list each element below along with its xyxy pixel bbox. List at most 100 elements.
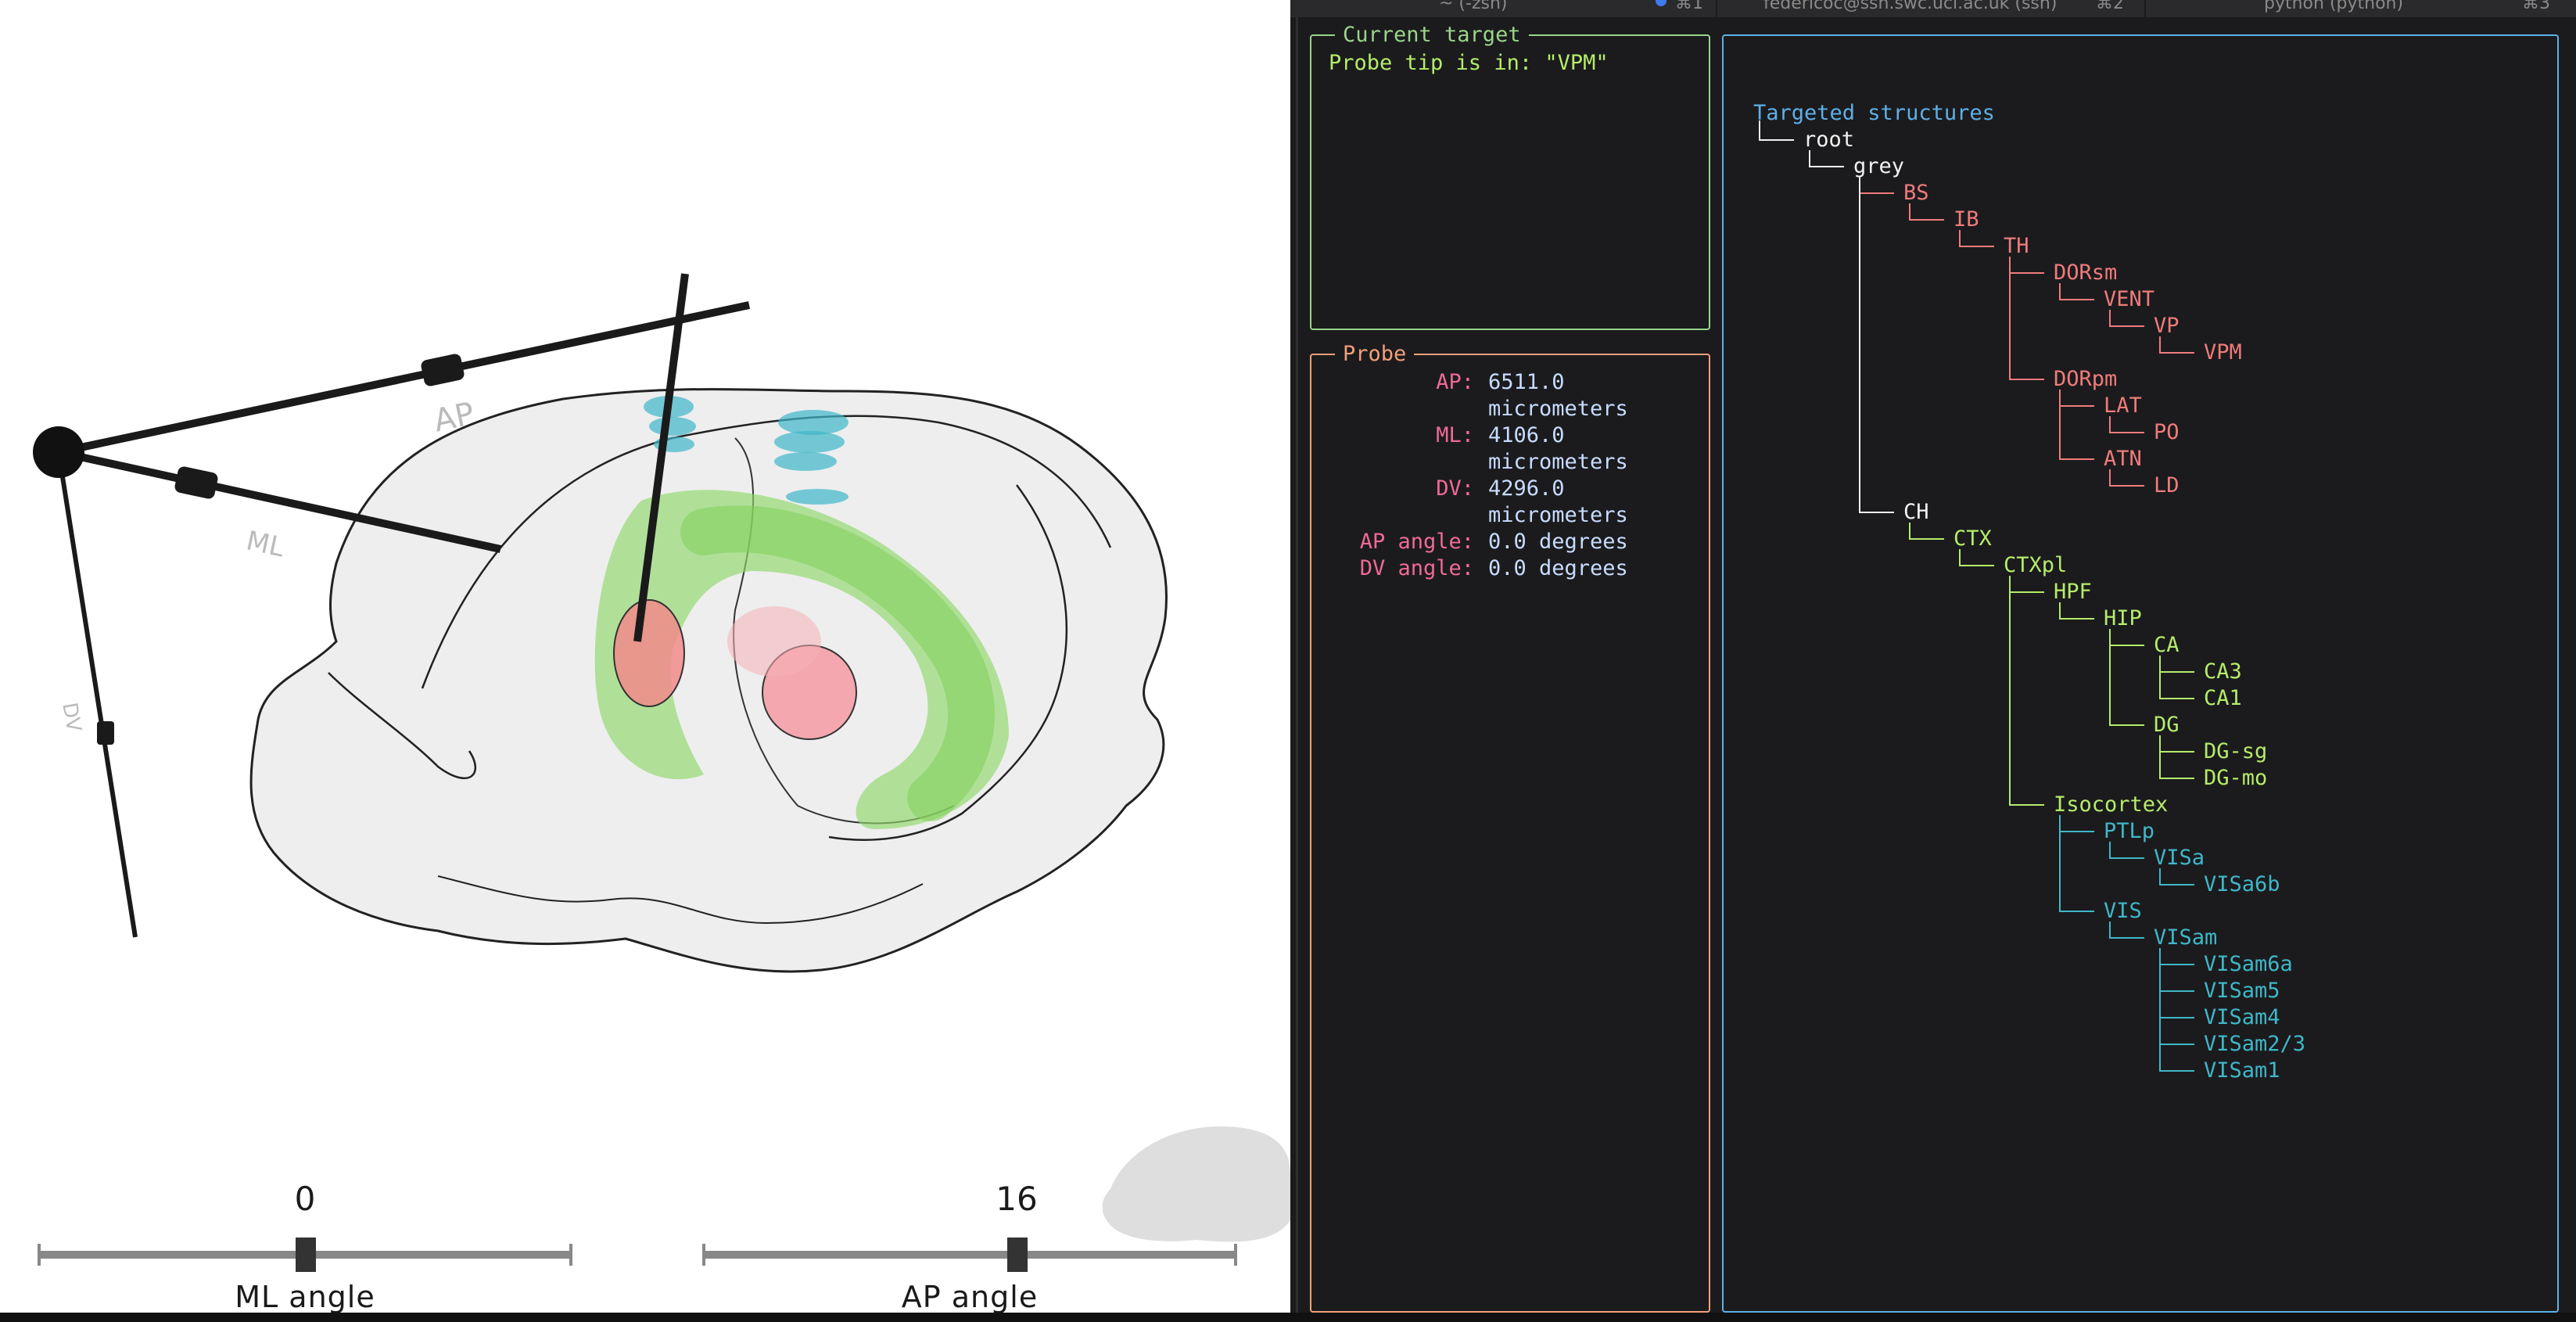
tree-node: ATN — [2104, 447, 2142, 471]
tree-node: VISam2/3 — [2204, 1032, 2306, 1056]
tab-separator — [2144, 0, 2146, 17]
tree-node: DG — [2154, 713, 2180, 737]
terminal-window[interactable]: ~ (-zsh) ⌘1 federicoc@ssh.swc.ucl.ac.uk … — [1290, 0, 2576, 1313]
terminal-tab-ssh[interactable]: federicoc@ssh.swc.ucl.ac.uk (ssh) — [1763, 0, 2057, 17]
tree-node: HPF — [2054, 580, 2092, 604]
tree-node: CA3 — [2204, 659, 2242, 684]
probe-key: AP angle: — [1359, 530, 1474, 554]
brain-minimap[interactable] — [1102, 1126, 1290, 1242]
probe-value: 6511.0 — [1488, 370, 1565, 394]
tab-shortcut: ⌘3 — [2522, 0, 2550, 13]
tree-node: root — [1803, 128, 1855, 152]
tree-node: VPM — [2204, 340, 2242, 365]
tree-branch-line — [2009, 576, 2044, 806]
probe-key: DV angle: — [1359, 556, 1474, 580]
brain-mesh — [249, 388, 1168, 973]
tree-branch-line — [2159, 735, 2194, 779]
tree-branch-line — [1759, 120, 1794, 141]
tree-node: TH — [2004, 234, 2029, 258]
tree-branch-line — [2159, 948, 2194, 1072]
brain-3d-viewer[interactable]: AP ML DV 0 ML angle 16 AP angle — [0, 0, 1290, 1313]
ap-angle-slider[interactable] — [702, 1238, 1237, 1272]
probe-key: DV: — [1436, 476, 1474, 501]
tree-branch-line — [2009, 257, 2044, 380]
ml-angle-value: 0 — [294, 1180, 316, 1218]
tab-activity-dot-icon — [1656, 0, 1667, 6]
tab-shortcut: ⌘2 — [2096, 0, 2124, 13]
tree-node: DG-sg — [2204, 739, 2268, 763]
tree-branch-line — [2059, 390, 2094, 460]
axis-label-dv: DV — [57, 701, 85, 734]
tree-node: VISa6b — [2204, 872, 2280, 896]
tree-node: VIS — [2104, 899, 2142, 923]
tree-node: HIP — [2104, 606, 2142, 630]
tree-node: LAT — [2104, 393, 2142, 418]
tab-label: python (python) — [2264, 0, 2404, 13]
tree-node: VENT — [2104, 287, 2155, 311]
brain-render[interactable]: AP ML DV — [0, 0, 1290, 1313]
thalamus-region-faint — [727, 606, 821, 677]
terminal-tab-bar: ~ (-zsh) ⌘1 federicoc@ssh.swc.ucl.ac.uk … — [1290, 0, 2576, 17]
probe-value: 0.0 degrees — [1488, 530, 1628, 554]
terminal-tab-zsh[interactable]: ~ (-zsh) — [1439, 0, 1507, 17]
probe-title: Probe — [1335, 341, 1415, 368]
probe-value: 4296.0 — [1488, 476, 1565, 501]
probe-value: micrometers — [1488, 450, 1628, 474]
probe-value: micrometers — [1488, 503, 1628, 527]
probe-key: ML: — [1436, 423, 1474, 447]
probe-value: 4106.0 — [1488, 423, 1565, 447]
tree-node: DORpm — [2054, 367, 2118, 391]
ml-angle-label: ML angle — [235, 1280, 375, 1313]
tree-node: CTX — [1954, 526, 1992, 551]
tree-branch-line — [2159, 948, 2194, 1018]
tree-node: VISam1 — [2204, 1058, 2280, 1083]
targeted-structures-panel: Targeted structures root grey BS IB TH DORsm V… — [1722, 34, 2559, 1313]
tree-node: IB — [1954, 207, 1979, 232]
tree-node: CA1 — [2204, 686, 2242, 710]
tree-branch-line — [2159, 948, 2194, 992]
tree-node: DG-mo — [2204, 766, 2268, 790]
tree-node: VISam4 — [2204, 1005, 2280, 1029]
ap-angle-value: 16 — [996, 1180, 1038, 1218]
ap-angle-slider-handle[interactable] — [1007, 1238, 1028, 1272]
tree-branch-line — [2159, 656, 2194, 699]
tree-node: DORsm — [2054, 260, 2118, 285]
tree-node: CA — [2154, 633, 2180, 657]
axis-label-ml: ML — [243, 525, 287, 563]
tree-node: VISa — [2154, 846, 2205, 870]
tab-label: ~ (-zsh) — [1439, 0, 1508, 13]
tree-node: VISam5 — [2204, 979, 2280, 1003]
tree-branch-line — [2059, 815, 2094, 912]
tree-branch-line — [2159, 948, 2194, 1045]
tree-node: Isocortex — [2054, 792, 2169, 817]
probe-value: 0.0 degrees — [1488, 556, 1628, 580]
current-target-panel: Current target Probe tip is in: "VPM" — [1310, 22, 1710, 330]
tree-node: grey — [1853, 154, 1905, 178]
tree-node: BS — [1903, 181, 1929, 205]
probe-key: AP: — [1436, 370, 1474, 394]
tab-label: federicoc@ssh.swc.ucl.ac.uk (ssh) — [1763, 0, 2058, 13]
probe-tip-text: Probe tip is in: "VPM" — [1329, 51, 1609, 75]
tree-node: CTXpl — [2004, 553, 2068, 577]
terminal-tab-python[interactable]: python (python) — [2264, 0, 2403, 17]
ml-angle-slider-handle[interactable] — [296, 1238, 316, 1272]
tree-branch-line — [2109, 629, 2144, 726]
tree-node: PTLp — [2104, 819, 2155, 843]
tree-node: VISam — [2154, 925, 2218, 950]
tab-shortcut: ⌘1 — [1675, 0, 1703, 13]
window-bottom-edge — [0, 1313, 2576, 1322]
tree-node: PO — [2154, 420, 2180, 444]
tab-separator — [1716, 0, 1717, 17]
thalamus-region — [613, 599, 685, 707]
terminal-left-divider — [1296, 17, 1298, 1313]
ap-angle-label: AP angle — [901, 1280, 1039, 1313]
probe-panel: Probe AP: 6511.0 micrometers ML: 4106.0 micro… — [1310, 341, 1710, 1313]
tree-connectors — [1759, 120, 2194, 1072]
tree-node: LD — [2154, 473, 2180, 498]
tree-node: VISam6a — [2204, 952, 2293, 976]
ml-angle-slider[interactable] — [38, 1238, 572, 1272]
probe-value: micrometers — [1488, 397, 1628, 421]
current-target-title: Current target — [1335, 22, 1529, 48]
tree-node: VP — [2154, 314, 2180, 338]
tree-branch-line — [1859, 177, 1894, 513]
